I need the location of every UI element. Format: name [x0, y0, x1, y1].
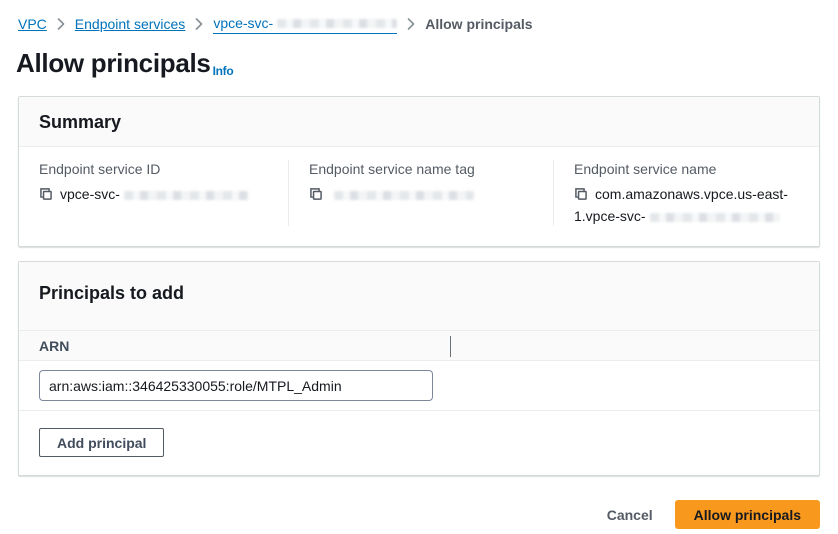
summary-field-endpoint-service-id: Endpoint service ID vpce-svc-	[19, 160, 289, 226]
page-title-text: Allow principals	[16, 48, 211, 78]
copy-icon[interactable]	[309, 186, 323, 206]
breadcrumb-separator-icon	[407, 18, 415, 30]
column-resize-divider[interactable]	[450, 336, 451, 357]
allow-principals-button[interactable]: Allow principals	[675, 500, 820, 529]
principals-card: Principals to add ARN Add principal	[18, 261, 820, 476]
summary-card-header: Summary	[19, 97, 819, 147]
add-principal-button[interactable]: Add principal	[39, 428, 164, 457]
redacted-text	[277, 19, 397, 28]
arn-column-header: ARN	[39, 338, 69, 354]
copy-icon[interactable]	[39, 186, 53, 206]
cancel-button[interactable]: Cancel	[607, 507, 653, 523]
field-label: Endpoint service name	[574, 160, 803, 178]
field-value: com.amazonaws.vpce.us-east-1.vpce-svc-	[574, 184, 803, 226]
breadcrumb: VPC Endpoint services vpce-svc- Allow pr…	[18, 14, 820, 34]
principals-card-header: Principals to add	[19, 262, 819, 330]
field-label: Endpoint service name tag	[309, 160, 537, 178]
principal-row	[19, 361, 819, 411]
arn-input[interactable]	[39, 370, 433, 401]
field-label: Endpoint service ID	[39, 160, 272, 178]
principals-title: Principals to add	[39, 282, 799, 304]
breadcrumb-separator-icon	[195, 18, 203, 30]
field-value: vpce-svc-	[39, 184, 272, 206]
vpc-allow-principals-page: VPC Endpoint services vpce-svc- Allow pr…	[0, 0, 838, 534]
form-actions: Cancel Allow principals	[18, 500, 820, 529]
redacted-text	[124, 191, 249, 200]
summary-field-endpoint-service-name: Endpoint service name com.amazonaws.vpce…	[554, 160, 819, 226]
summary-title: Summary	[39, 111, 799, 133]
principals-card-footer: Add principal	[19, 411, 819, 475]
principals-table-header: ARN	[19, 330, 819, 361]
redacted-text	[650, 213, 780, 222]
copy-icon[interactable]	[574, 186, 588, 206]
breadcrumb-link-endpoint-services[interactable]: Endpoint services	[75, 15, 186, 33]
summary-card: Summary Endpoint service ID vpce-svc- En…	[18, 96, 820, 247]
summary-body: Endpoint service ID vpce-svc- Endpoint s…	[19, 147, 819, 246]
page-title: Allow principalsInfo	[16, 47, 822, 84]
breadcrumb-link-endpoint-service-id[interactable]: vpce-svc-	[213, 14, 397, 34]
breadcrumb-link-vpc[interactable]: VPC	[18, 15, 47, 33]
breadcrumb-separator-icon	[57, 18, 65, 30]
breadcrumb-service-id-prefix: vpce-svc-	[213, 14, 273, 32]
redacted-text	[334, 191, 474, 200]
info-link[interactable]: Info	[213, 64, 234, 78]
breadcrumb-current: Allow principals	[425, 15, 532, 33]
field-value-text: vpce-svc-	[60, 186, 120, 202]
field-value	[309, 184, 537, 206]
summary-field-endpoint-service-name-tag: Endpoint service name tag	[289, 160, 554, 226]
